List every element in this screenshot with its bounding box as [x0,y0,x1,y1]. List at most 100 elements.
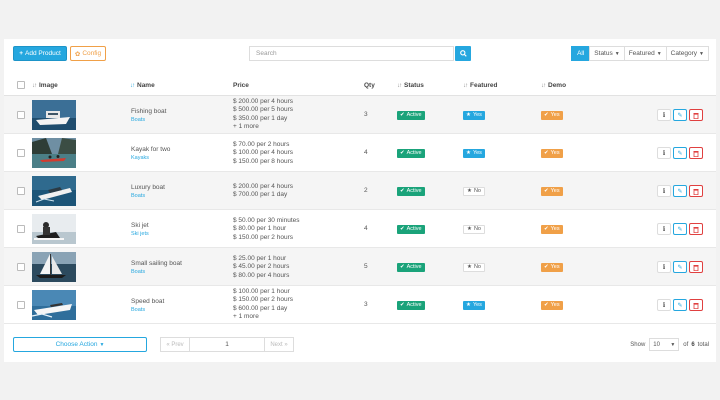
search-input[interactable] [249,46,454,61]
caret-down-icon: ▼ [699,50,704,57]
info-icon: i [662,263,666,271]
product-name[interactable]: Kayak for two [131,145,170,154]
choose-action-button[interactable]: Choose Action ▼ [13,337,147,352]
product-thumbnail[interactable] [32,176,76,206]
check-icon: ✔ [400,264,405,270]
edit-button[interactable]: ✎ [673,261,687,273]
price-line: $ 150.00 per 2 hours [233,233,293,241]
edit-button[interactable]: ✎ [673,223,687,235]
delete-button[interactable] [689,223,703,235]
row-checkbox[interactable] [17,225,25,233]
page-number-input[interactable]: 1 [189,337,265,352]
filter-all-button[interactable]: All [571,46,591,61]
column-demo[interactable]: ↓↑ Demo [541,82,566,89]
price-line: $ 500.00 per 5 hours [233,106,293,114]
filter-featured-button[interactable]: Featured ▼ [623,46,667,61]
price-line: $ 70.00 per 2 hours [233,141,290,148]
delete-button[interactable] [689,109,703,121]
column-featured[interactable]: ↓↑ Featured [463,82,497,89]
row-checkbox[interactable] [17,263,25,271]
product-thumbnail[interactable] [32,252,76,282]
product-category-link[interactable]: Ski jets [131,230,149,238]
product-thumbnail[interactable] [32,214,76,244]
info-button[interactable]: i [657,185,671,197]
column-price: Price [233,82,249,89]
next-page-button[interactable]: Next » [264,337,294,352]
add-product-button[interactable]: + Add Product [13,46,67,61]
info-button[interactable]: i [657,299,671,311]
config-button[interactable]: ✿ Config [70,46,106,61]
sort-icon: ↓↑ [463,82,468,89]
quantity: 3 [364,301,368,308]
product-category-link[interactable]: Boats [131,306,164,314]
pencil-icon: ✎ [677,188,683,195]
per-page-value: 10 [653,341,660,348]
star-icon: ★ [467,226,472,232]
gear-icon: ✿ [74,50,81,58]
edit-button[interactable]: ✎ [673,147,687,159]
filter-category-button[interactable]: Category ▼ [665,46,709,61]
column-status-label: Status [404,82,424,89]
sort-icon: ↓↑ [32,82,37,89]
demo-badge: ✔ Yes [541,224,563,234]
product-category-link[interactable]: Boats [131,192,165,200]
prev-page-button[interactable]: « Prev [160,337,190,352]
edit-button[interactable]: ✎ [673,109,687,121]
caret-down-icon: ▼ [656,50,662,57]
info-button[interactable]: i [657,109,671,121]
show-label: Show [630,341,646,348]
per-page-select[interactable]: 10 ▼ [649,338,680,351]
product-thumbnail[interactable] [32,290,76,320]
product-name[interactable]: Luxury boat [131,183,165,192]
row-checkbox[interactable] [17,187,25,195]
row-checkbox[interactable] [17,111,25,119]
quantity: 3 [364,111,368,118]
delete-button[interactable] [689,299,703,311]
featured-badge: ★ Yes [463,110,485,120]
product-image [32,176,76,206]
product-category-link[interactable]: Boats [131,116,166,124]
product-name[interactable]: Ski jet [131,221,149,230]
product-name[interactable]: Speed boat [131,297,164,306]
delete-button[interactable] [689,185,703,197]
name-cell: Speed boat Boats [131,297,164,314]
column-image[interactable]: ↓↑ Image [32,82,58,89]
price-list: $ 70.00 per 2 hours $ 100.00 per 4 hours $… [233,141,293,166]
status-badge: ✔ Active [397,224,425,234]
demo-text: Yes [550,150,560,156]
edit-button[interactable]: ✎ [673,185,687,197]
product-name[interactable]: Small sailing boat [131,259,182,268]
check-icon: ✔ [544,226,549,232]
select-all-checkbox[interactable] [17,81,25,89]
row-checkbox[interactable] [17,149,25,157]
table-row: Fishing boat Boats $ 200.00 per 4 hours $ 5… [4,96,716,134]
filter-status-button[interactable]: Status ▼ [589,46,625,61]
product-name[interactable]: Fishing boat [131,107,166,116]
delete-button[interactable] [689,261,703,273]
featured-text: Yes [472,112,482,118]
row-checkbox[interactable] [17,301,25,309]
sort-icon: ↓↑ [541,82,546,89]
info-button[interactable]: i [657,147,671,159]
demo-text: Yes [550,188,560,194]
product-image [32,290,76,320]
delete-button[interactable] [689,147,703,159]
info-button[interactable]: i [657,261,671,273]
star-icon: ★ [467,188,472,194]
pencil-icon: ✎ [677,226,683,233]
filter-group: All Status ▼ Featured ▼ Category ▼ [571,46,709,61]
column-name[interactable]: ↓↑ Name [130,82,155,89]
product-thumbnail[interactable] [32,138,76,168]
edit-button[interactable]: ✎ [673,299,687,311]
product-category-link[interactable]: Kayaks [131,154,170,162]
status-text: Active [406,226,422,232]
info-button[interactable]: i [657,223,671,235]
price-line: + 1 more [233,312,259,320]
column-status[interactable]: ↓↑ Status [397,82,424,89]
product-category-link[interactable]: Boats [131,268,182,276]
search-button[interactable] [455,46,471,61]
star-icon: ★ [467,264,472,270]
product-thumbnail[interactable] [32,100,76,130]
chevron-down-icon: ▼ [670,341,676,348]
column-image-label: Image [39,82,58,89]
